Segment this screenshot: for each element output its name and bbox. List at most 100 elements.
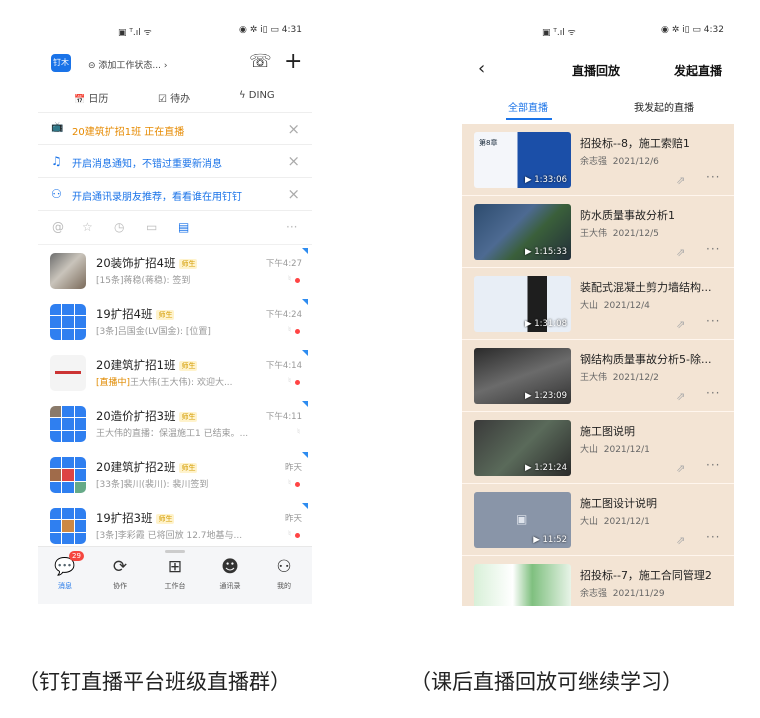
- video-item[interactable]: ▶ 1:31:08 装配式混凝土剪力墙结构... 大山 2021/12/4 ⇗ …: [462, 268, 734, 340]
- share-icon[interactable]: ⇗: [676, 462, 685, 475]
- calendar-icon: 📅: [74, 95, 86, 105]
- video-duration: ▶ 1:31:08: [524, 319, 567, 329]
- chat-item[interactable]: 20装饰扩招4班 师生 [15条]蒋稳(蒋稳): 签到 下午4:27 ♮: [38, 245, 312, 296]
- unread-dot: [295, 329, 300, 334]
- mute-icon: ♮: [288, 529, 291, 538]
- caption-left: （钉钉直播平台班级直播群）: [18, 670, 291, 694]
- mute-icon: ♮: [288, 274, 291, 283]
- clock-icon[interactable]: ◷: [114, 220, 124, 234]
- chat-avatar: [50, 406, 86, 442]
- avatar[interactable]: 钉木: [51, 54, 71, 72]
- video-thumbnail: 第8章 ▶ 1:33:06: [474, 132, 571, 188]
- video-title: 招投标--8，施工索赔1: [580, 137, 690, 150]
- mention-icon[interactable]: @: [52, 220, 64, 234]
- tab-workbench[interactable]: ⊞ 工作台: [155, 557, 195, 591]
- chat-item[interactable]: 19扩招3班 师生 [3条]李彩霞 已将回放 12.7地基与... 昨天 ♮: [38, 500, 312, 551]
- phone-icon[interactable]: ☏: [249, 52, 272, 72]
- share-icon[interactable]: ⇗: [676, 246, 685, 259]
- share-icon[interactable]: ⇗: [676, 318, 685, 331]
- lightning-icon: ϟ: [239, 90, 246, 101]
- share-icon[interactable]: ⇗: [676, 390, 685, 403]
- status-bar: ▣ ᵀ.ıl ᯤ ◉ ✲ ⅰ▯ ▭ 4:31: [38, 14, 312, 48]
- box-icon[interactable]: ▭: [146, 220, 157, 234]
- pin-marker: [302, 299, 308, 305]
- star-icon[interactable]: ☆: [82, 220, 93, 234]
- video-title: 防水质量事故分析1: [580, 209, 675, 222]
- share-icon[interactable]: ⇗: [676, 174, 685, 187]
- back-button[interactable]: ‹: [478, 58, 485, 79]
- pin-marker: [302, 350, 308, 356]
- video-title: 施工图设计说明: [580, 497, 657, 510]
- status-right: ◉ ✲ ⅰ▯ ▭ 4:32: [660, 25, 724, 35]
- chat-preview: [15条]蒋稳(蒋稳): 签到: [96, 276, 191, 286]
- person-icon: ⚇: [276, 557, 292, 577]
- tab-messages[interactable]: 💬 29 消息: [45, 551, 85, 591]
- video-duration: ▶ 1:33:06: [524, 175, 567, 185]
- close-icon[interactable]: ×: [287, 120, 300, 138]
- bell-icon: ♫: [51, 154, 62, 168]
- more-icon[interactable]: ···: [706, 242, 720, 256]
- doc-icon[interactable]: ▤: [178, 220, 189, 234]
- notice-contacts[interactable]: ⚇ 开启通讯录朋友推荐，看看谁在用钉钉 ×: [38, 178, 312, 211]
- left-phone-screen: ▣ ᵀ.ıl ᯤ ◉ ✲ ⅰ▯ ▭ 4:31 钉木 ⊝ 添加工作状态... › …: [38, 14, 312, 604]
- more-icon[interactable]: ···: [706, 386, 720, 400]
- role-tag: 师生: [156, 309, 175, 320]
- drag-handle[interactable]: [165, 550, 185, 553]
- contacts-icon: ☻: [221, 557, 239, 577]
- chat-item[interactable]: 19扩招4班 师生 [3条]吕国金(LV国金): [位置] 下午4:24 ♮: [38, 296, 312, 347]
- chat-item[interactable]: 20建筑扩招2班 师生 [33条]裴川(裴川): 裴川签到 昨天 ♮: [38, 449, 312, 500]
- chat-item[interactable]: 20造价扩招3班 师生 王大伟的直播：保温施工1 已结束。... 下午4:11 ♮: [38, 398, 312, 449]
- video-item[interactable]: ▣ ▶ 11:52 施工图设计说明 大山 2021/12/1 ⇗ ···: [462, 484, 734, 556]
- notice-notification[interactable]: ♫ 开启消息通知，不错过重要新消息 ×: [38, 145, 312, 178]
- caption-right: （课后直播回放可继续学习）: [410, 670, 683, 694]
- status-left: ▣ ᵀ.ıl ᯤ: [118, 28, 152, 38]
- video-thumbnail: ▶ 1:23:09: [474, 348, 571, 404]
- todo-button[interactable]: ☑ 待办: [158, 90, 190, 105]
- more-icon[interactable]: ···: [286, 220, 297, 234]
- video-duration: ▶ 1:21:24: [524, 463, 567, 473]
- status-right: ◉ ✲ ⅰ▯ ▭ 4:31: [238, 25, 302, 35]
- notice-text: 开启通讯录朋友推荐，看看谁在用钉钉: [72, 192, 242, 203]
- chat-item[interactable]: 20建筑扩招1班 师生 [直播中]王大伟(王大伟): 欢迎大... 下午4:14 …: [38, 347, 312, 398]
- more-icon[interactable]: ···: [706, 458, 720, 472]
- video-item[interactable]: ▶ 1:15:33 防水质量事故分析1 王大伟 2021/12/5 ⇗ ···: [462, 196, 734, 268]
- video-duration: ▶ 1:15:33: [524, 247, 567, 257]
- video-meta: 余志强 2021/12/6: [580, 157, 659, 167]
- tab-all-live[interactable]: 全部直播: [508, 99, 548, 114]
- work-status-button[interactable]: ⊝ 添加工作状态... ›: [88, 58, 167, 71]
- chat-preview: 王大伟的直播：保温施工1 已结束。...: [96, 429, 249, 439]
- more-icon[interactable]: ···: [706, 314, 720, 328]
- video-item[interactable]: 招投标--7，施工合同管理2 余志强 2021/11/29: [462, 556, 734, 606]
- close-icon[interactable]: ×: [287, 152, 300, 170]
- ding-button[interactable]: ϟ DING: [239, 90, 275, 101]
- tab-collab[interactable]: ⟳ 协作: [100, 557, 140, 591]
- video-item[interactable]: ▶ 1:23:09 钢结构质量事故分析5-除... 王大伟 2021/12/2 …: [462, 340, 734, 412]
- video-item[interactable]: 第8章 ▶ 1:33:06 招投标--8，施工索赔1 余志强 2021/12/6…: [462, 124, 734, 196]
- add-icon[interactable]: +: [284, 51, 302, 73]
- close-icon[interactable]: ×: [287, 185, 300, 203]
- chat-avatar: [50, 304, 86, 340]
- video-title: 施工图说明: [580, 425, 635, 438]
- video-meta: 大山 2021/12/1: [580, 445, 650, 455]
- more-icon[interactable]: ···: [706, 530, 720, 544]
- video-meta: 王大伟 2021/12/2: [580, 373, 659, 383]
- video-placeholder-icon: ▣: [516, 512, 528, 526]
- video-meta: 大山 2021/12/4: [580, 301, 650, 311]
- video-thumbnail: ▣ ▶ 11:52: [474, 492, 571, 548]
- share-icon[interactable]: ⇗: [676, 534, 685, 547]
- chat-time: 下午4:14: [265, 361, 302, 371]
- pin-marker: [302, 401, 308, 407]
- role-tag: 师生: [179, 411, 198, 422]
- grid-icon: ⊞: [167, 557, 183, 577]
- role-tag: 师生: [179, 360, 198, 371]
- tab-me[interactable]: ⚇ 我的: [264, 557, 304, 591]
- more-icon[interactable]: ···: [706, 170, 720, 184]
- notice-live[interactable]: 📺 20建筑扩招1班 正在直播 ×: [38, 112, 312, 145]
- start-live-button[interactable]: 发起直播: [674, 62, 722, 79]
- tab-contacts[interactable]: ☻ 通讯录: [210, 557, 250, 591]
- calendar-button[interactable]: 📅 日历: [74, 90, 108, 105]
- tab-my-live[interactable]: 我发起的直播: [634, 99, 694, 114]
- chat-avatar: [50, 508, 86, 544]
- unread-dot: [295, 278, 300, 283]
- video-item[interactable]: ▶ 1:21:24 施工图说明 大山 2021/12/1 ⇗ ···: [462, 412, 734, 484]
